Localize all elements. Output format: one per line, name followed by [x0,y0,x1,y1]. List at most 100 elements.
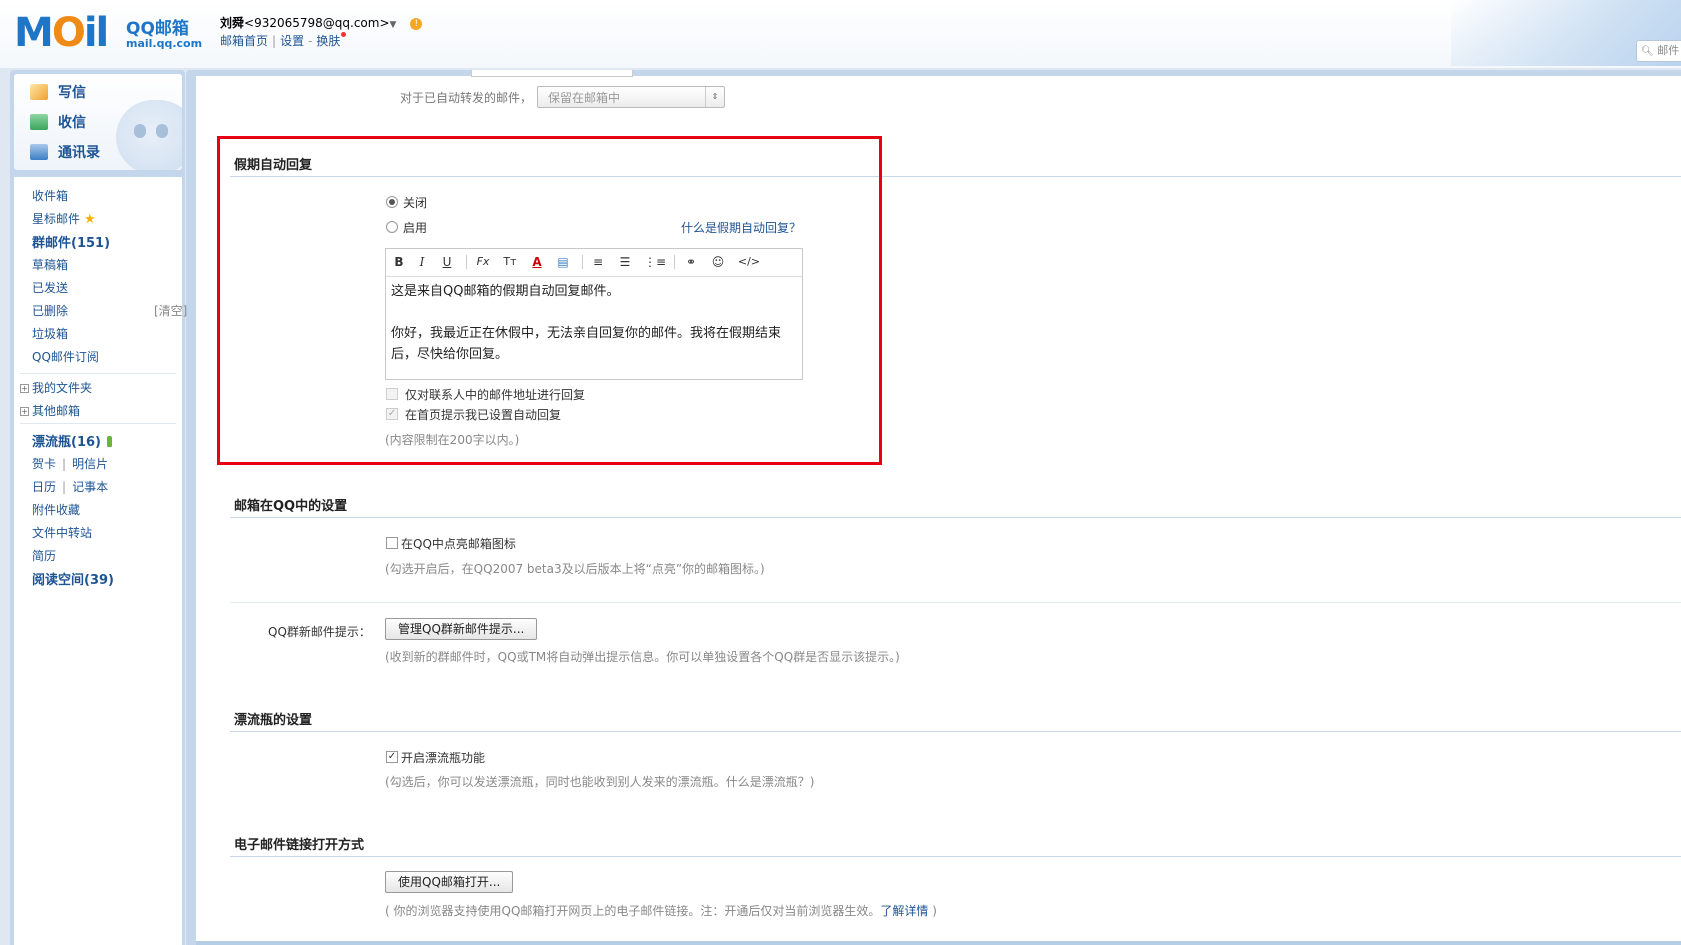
reply-body-line-2: 你好，我最近正在休假中，无法亲自回复你的邮件。我将在假期结束后，尽快给你回复。 [391,326,782,362]
calendar-link[interactable]: 日历 [32,480,56,494]
receive-mail-button[interactable]: 收信 [30,112,86,134]
group-notify-hint: (收到新的群邮件时，QQ或TM将自动弹出提示信息。你可以单独设置各个QQ群是否显… [385,650,900,664]
compose-icon [30,84,48,100]
drift-bottle-label: 漂流瓶(16) [32,435,101,450]
drift-bottle-item[interactable]: 漂流瓶(16) [32,431,112,450]
background-color-icon[interactable]: ▤ [554,254,572,270]
folder-sent[interactable]: 已发送 [32,279,68,296]
vacation-on-radio[interactable] [386,221,398,233]
star-icon: ★ [84,212,96,227]
link-open-hint: ( 你的浏览器支持使用QQ邮箱打开网页上的电子邮件链接。注：开通后仅对当前浏览器… [385,902,937,919]
vacation-off-label: 关闭 [403,196,428,210]
folder-drafts[interactable]: 草稿箱 [32,256,68,273]
attachments-item[interactable]: 附件收藏 [32,501,80,518]
content-limit-hint: (内容限制在200字以内。) [385,433,520,447]
nav-divider [20,373,176,374]
section-divider [230,517,1681,518]
pipe-separator: | [62,457,67,471]
search-placeholder: 邮件 [1657,44,1680,57]
other-mailboxes-tree[interactable]: + 其他邮箱 [20,402,80,419]
postcard-link[interactable]: 明信片 [72,457,108,471]
other-mailboxes-label: 其他邮箱 [32,404,81,418]
section-divider [230,176,1681,177]
my-folders-tree[interactable]: + 我的文件夹 [20,379,92,396]
font-size-icon[interactable]: Tт [501,254,519,270]
settings-link[interactable]: 设置 [280,34,304,48]
folder-inbox[interactable]: 收件箱 [32,187,68,204]
contacts-only-checkbox[interactable] [386,388,398,400]
user-account[interactable]: 刘舜<932065798@qq.com>▼ ! [220,14,423,31]
align-icon[interactable]: ≡ [589,254,607,270]
clear-trash-link[interactable]: [清空] [154,302,187,319]
underline-icon[interactable]: U [438,254,456,270]
contacts-label: 通讯录 [58,145,100,161]
what-is-drift-link[interactable]: 什么是漂流瓶？ [726,775,810,789]
my-folders-label: 我的文件夹 [32,381,93,395]
font-color-icon[interactable]: A [528,254,546,270]
quick-actions-panel: 写信 收信 通讯录 [14,74,182,170]
contacts-button[interactable]: 通讯录 [30,142,100,164]
notepad-link[interactable]: 记事本 [72,480,108,494]
logo-brand: QQ邮箱 [126,19,189,39]
compose-button[interactable]: 写信 [30,82,86,104]
toolbar-separator [466,255,467,269]
link-icon[interactable]: ⚭ [682,254,700,270]
folder-spam[interactable]: 垃圾箱 [32,325,68,342]
folder-deleted[interactable]: 已删除 [32,302,68,319]
reading-space-item[interactable]: 阅读空间(39) [32,569,114,588]
inbox-download-icon [30,114,48,130]
indent-icon[interactable]: ⋮≡ [644,254,666,270]
toolbar-separator [674,255,675,269]
forward-select-value: 保留在邮箱中 [548,91,621,105]
list-icon[interactable]: ☰ [616,254,634,270]
drift-settings-title: 漂流瓶的设置 [234,713,313,728]
qq-settings-title: 邮箱在QQ中的设置 [234,499,348,514]
light-icon-hint: (勾选开启后，在QQ2007 beta3及以后版本上将“点亮”你的邮箱图标。) [385,562,765,576]
forward-keep-select[interactable]: 保留在邮箱中 ⇕ [537,86,725,108]
homepage-notice-checkbox[interactable]: ✓ [386,408,398,420]
group-notify-label: QQ群新邮件提示： [268,625,371,639]
user-email: <932065798@qq.com> [244,16,390,30]
file-transfer-item[interactable]: 文件中转站 [32,524,92,541]
search-icon: 🔍︎ [1641,46,1654,57]
mailbox-home-link[interactable]: 邮箱首页 [220,34,268,48]
open-with-qqmail-button[interactable]: 使用QQ邮箱打开... [385,871,513,893]
alert-icon[interactable]: ! [410,18,423,30]
homepage-notice-label: 在首页提示我已设置自动回复 [405,408,562,422]
emoji-icon[interactable]: ☺ [709,254,727,270]
folder-groups[interactable]: 群邮件(151) [32,232,110,251]
calendar-item: 日历 | 记事本 [32,478,108,495]
learn-more-link[interactable]: 了解详情 [880,904,928,918]
reply-body-line-1: 这是来自QQ邮箱的假期自动回复邮件。 [391,284,620,299]
reply-editor[interactable]: B I U Fx Tт A ▤ ≡ ☰ ⋮≡ ⚭ ☺ </> 这是来自QQ邮箱的… [385,248,803,380]
row-divider [230,602,1681,603]
section-divider [230,856,1681,857]
logo-moil-text: MOil [14,10,109,56]
contacts-icon [30,144,48,160]
account-dropdown-icon[interactable]: ▼ [390,20,397,30]
greeting-card-link[interactable]: 贺卡 [32,457,56,471]
expand-plus-icon[interactable]: + [20,384,29,393]
font-family-icon[interactable]: Fx [474,254,492,270]
enable-drift-checkbox[interactable]: ✓ [386,751,398,763]
folder-starred[interactable]: 星标邮件 ★ [32,210,96,227]
reply-body[interactable]: 这是来自QQ邮箱的假期自动回复邮件。 你好，我最近正在休假中，无法亲自回复你的邮… [391,281,797,365]
section-divider [230,731,1681,732]
compose-label: 写信 [58,85,86,101]
italic-icon[interactable]: I [413,254,431,270]
light-icon-checkbox[interactable] [386,537,398,549]
resume-item[interactable]: 简历 [32,547,56,564]
vacation-off-radio[interactable] [386,196,398,208]
bold-icon[interactable]: B [390,254,408,270]
user-name: 刘舜 [220,16,245,30]
vacation-help-link[interactable]: 什么是假期自动回复？ [681,219,801,236]
expand-plus-icon[interactable]: + [20,407,29,416]
html-source-icon[interactable]: </> [736,254,762,270]
change-skin-link[interactable]: 换肤 [316,34,340,48]
mail-search-input[interactable]: 🔍︎ 邮件 [1636,40,1681,62]
manage-group-notify-button[interactable]: 管理QQ群新邮件提示... [385,618,537,640]
starred-label: 星标邮件 [32,212,81,226]
receive-label: 收信 [58,115,86,131]
folder-subscriptions[interactable]: QQ邮件订阅 [32,348,99,365]
enable-drift-label: 开启漂流瓶功能 [401,751,486,765]
